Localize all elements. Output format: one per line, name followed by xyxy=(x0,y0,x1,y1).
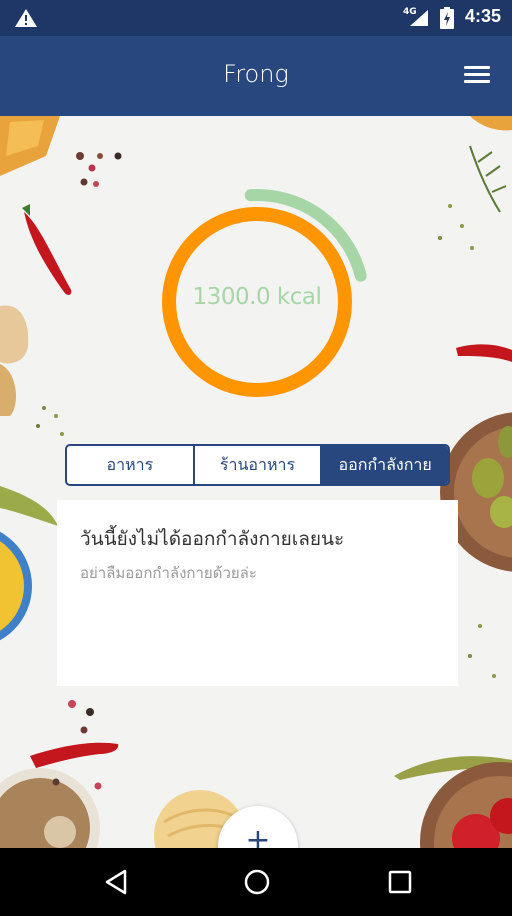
app-bar: Frong xyxy=(0,36,512,116)
tab-exercise[interactable]: ออกกำลังกาย xyxy=(322,446,448,484)
signal-icon xyxy=(410,10,428,26)
tab-restaurant[interactable]: ร้านอาหาร xyxy=(195,446,323,484)
card-subtitle: อย่าลืมออกกำลังกายด้วยล่ะ xyxy=(80,564,257,582)
status-time: 4:35 xyxy=(465,6,502,26)
navigation-bar xyxy=(0,848,512,916)
app-title: Frong xyxy=(223,60,289,88)
warning-icon xyxy=(15,9,37,27)
recents-icon[interactable] xyxy=(385,867,415,897)
category-tabs: อาหาร ร้านอาหาร ออกกำลังกาย xyxy=(65,444,450,486)
status-bar: 4G 4:35 xyxy=(0,0,512,36)
tab-restaurant-label: ร้านอาหาร xyxy=(219,454,296,474)
tab-food-label: อาหาร xyxy=(106,454,154,474)
exercise-card: วันนี้ยังไม่ได้ออกกำลังกายเลยนะ อย่าลืมอ… xyxy=(57,500,458,686)
card-title: วันนี้ยังไม่ได้ออกกำลังกายเลยนะ xyxy=(80,528,345,550)
back-icon[interactable] xyxy=(101,867,131,897)
battery-icon xyxy=(440,7,454,29)
tab-exercise-label: ออกกำลังกาย xyxy=(338,454,432,474)
tab-food[interactable]: อาหาร xyxy=(67,446,195,484)
hamburger-menu-icon[interactable] xyxy=(460,62,494,92)
calorie-total: 1300.0 kcal xyxy=(192,284,322,310)
home-icon[interactable] xyxy=(242,867,272,897)
